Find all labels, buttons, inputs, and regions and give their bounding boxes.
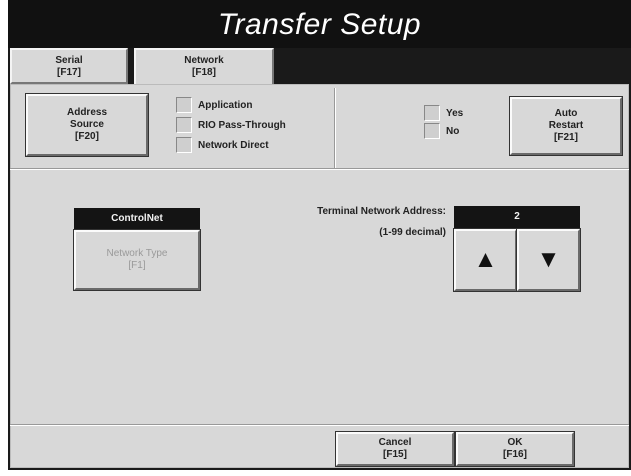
auto-restart-button[interactable]: Auto Restart [F21] — [509, 96, 623, 156]
tab-serial-key: [F17] — [57, 67, 81, 78]
option-application: Application — [176, 97, 252, 113]
ok-key: [F16] — [503, 449, 527, 460]
auto-restart-label-2: Restart — [548, 120, 584, 131]
option-no-label: No — [446, 125, 460, 137]
transfer-setup-screen: Transfer Setup Serial [F17] Network [F18… — [8, 0, 631, 470]
tab-network-key: [F18] — [192, 67, 216, 78]
network-type-key: [F1] — [128, 260, 146, 271]
cancel-key: [F15] — [383, 449, 407, 460]
option-rio-label: RIO Pass-Through — [198, 119, 286, 131]
window-title: Transfer Setup — [8, 0, 631, 48]
auto-restart-key: [F21] — [554, 132, 578, 143]
option-application-label: Application — [198, 99, 253, 111]
terminal-address-value: 2 — [454, 206, 580, 228]
option-network-direct-indicator — [176, 137, 192, 153]
network-type-button[interactable]: Network Type [F1] — [73, 229, 201, 291]
tab-network[interactable]: Network [F18] — [134, 48, 274, 86]
address-source-button[interactable]: Address Source [F20] — [25, 93, 149, 157]
auto-restart-label-1: Auto — [554, 108, 578, 119]
option-rio-indicator — [176, 117, 192, 133]
option-network-direct: Network Direct — [176, 137, 269, 153]
address-source-label-2: Source — [70, 119, 104, 130]
cancel-label: Cancel — [378, 437, 412, 448]
network-name-label: ControlNet — [74, 208, 200, 230]
option-no: No — [424, 123, 459, 139]
ok-label: OK — [507, 437, 523, 448]
triangle-up-icon: ▲ — [473, 246, 498, 273]
section-divider — [10, 168, 629, 170]
option-application-indicator — [176, 97, 192, 113]
terminal-address-label: Terminal Network Address: — [317, 206, 446, 217]
tab-network-label: Network — [184, 55, 224, 66]
option-rio-pass-through: RIO Pass-Through — [176, 117, 286, 133]
increment-button[interactable]: ▲ — [453, 228, 518, 292]
terminal-address-range: (1-99 decimal) — [379, 227, 446, 238]
tab-serial[interactable]: Serial [F17] — [10, 48, 128, 84]
decrement-button[interactable]: ▼ — [516, 228, 581, 292]
network-type-label: Network Type — [106, 248, 168, 259]
address-source-label-1: Address — [66, 107, 107, 118]
option-network-direct-label: Network Direct — [198, 139, 269, 151]
option-yes-label: Yes — [446, 107, 464, 119]
option-yes-indicator — [424, 105, 440, 121]
triangle-down-icon: ▼ — [536, 246, 561, 273]
tab-serial-label: Serial — [55, 55, 83, 66]
footer-divider — [10, 424, 629, 426]
option-yes: Yes — [424, 105, 463, 121]
cancel-button[interactable]: Cancel [F15] — [335, 431, 455, 467]
option-no-indicator — [424, 123, 440, 139]
vertical-divider — [334, 88, 336, 168]
ok-button[interactable]: OK [F16] — [455, 431, 575, 467]
address-source-key: [F20] — [75, 131, 99, 142]
